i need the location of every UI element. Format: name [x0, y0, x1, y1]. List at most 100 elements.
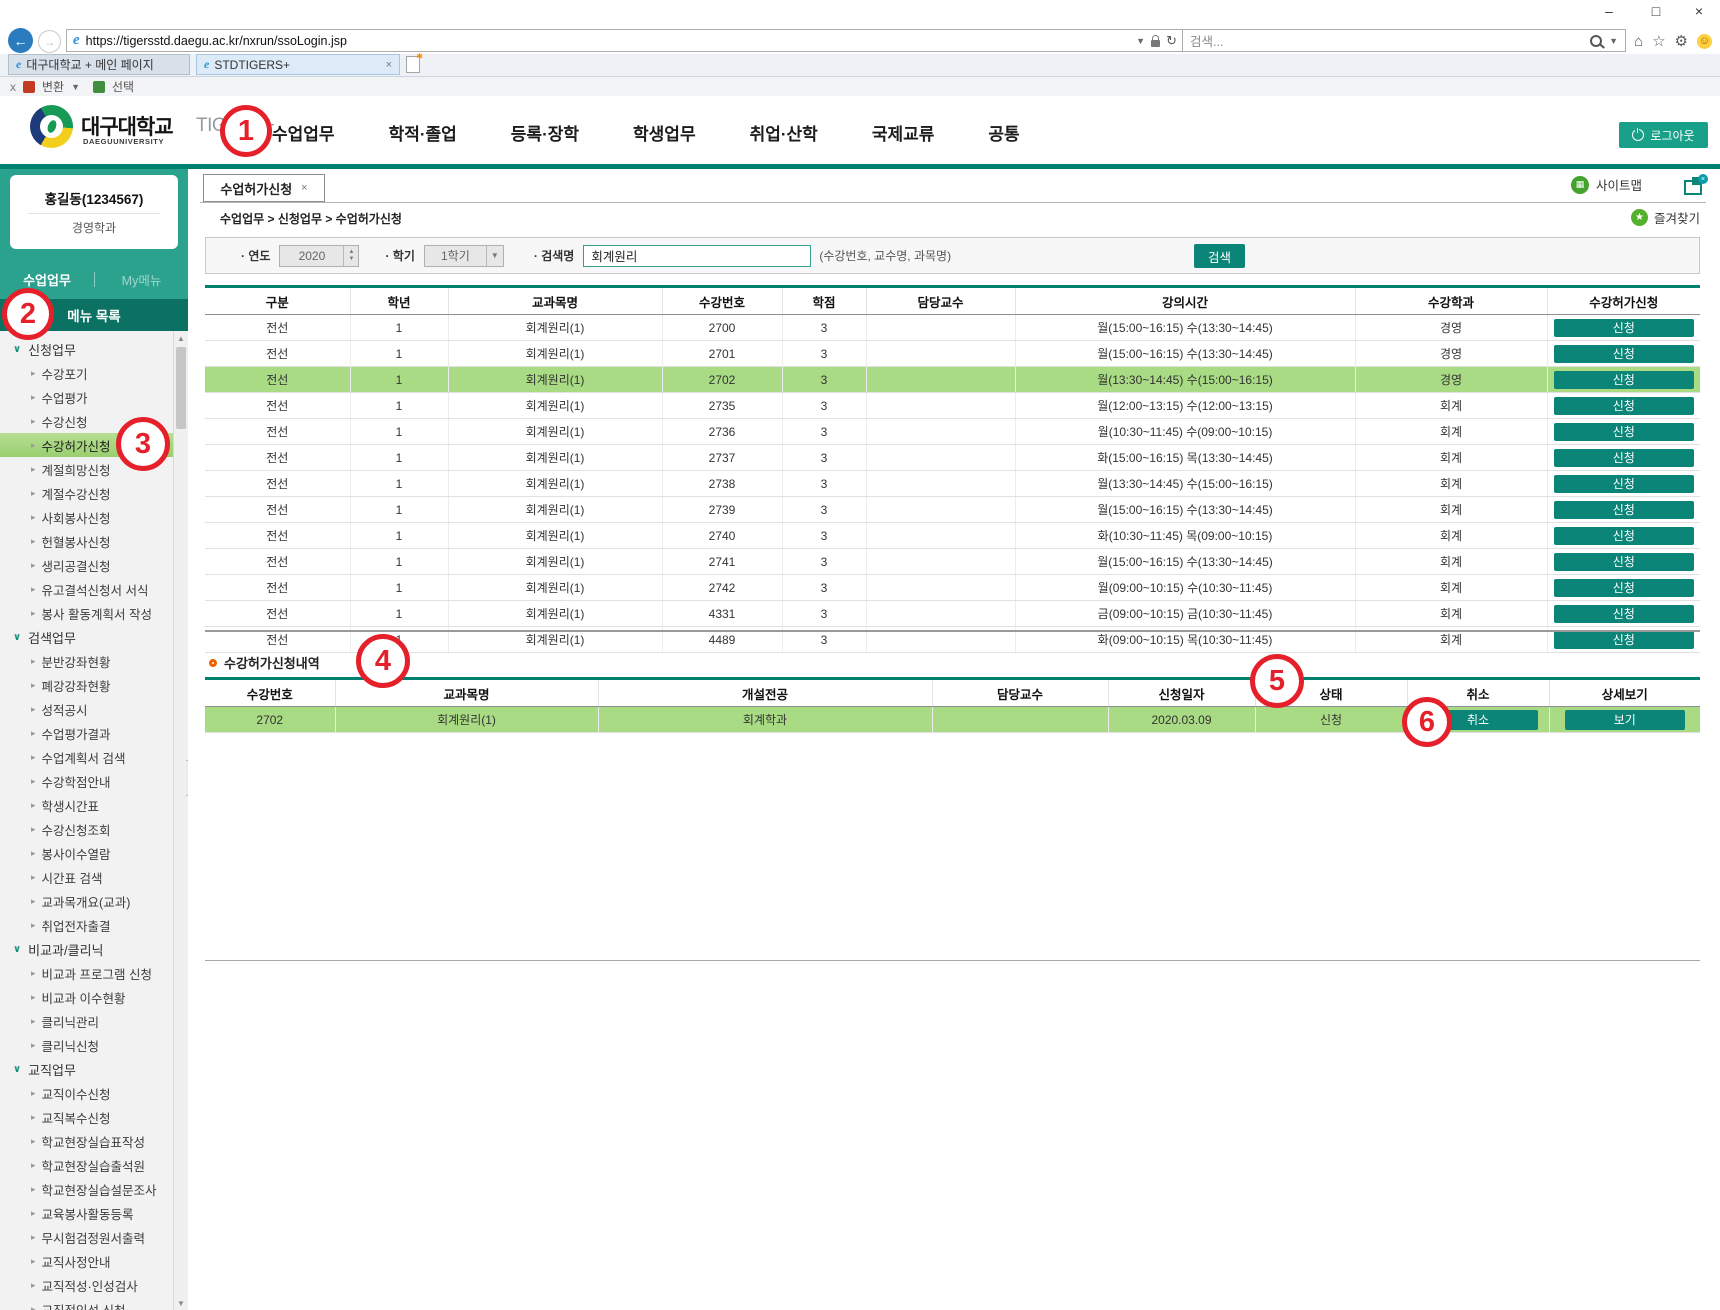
detach-window-icon[interactable]: ×	[1684, 177, 1706, 192]
semester-select[interactable]: 1학기 ▼	[424, 245, 504, 267]
apply-button[interactable]: 신청	[1554, 631, 1694, 649]
apply-button[interactable]: 신청	[1554, 553, 1694, 571]
menu-item[interactable]: ▸비교과 프로그램 신청	[0, 961, 188, 985]
feedback-smiley-icon[interactable]: ☺	[1697, 34, 1712, 49]
addon-close-button[interactable]: x	[10, 80, 16, 94]
add-favorite-link[interactable]: ★ 즐겨찾기	[1631, 208, 1700, 227]
select-button[interactable]: 선택	[112, 78, 134, 95]
back-button[interactable]: ←	[8, 28, 33, 53]
top-nav-item[interactable]: 수업업무	[272, 120, 335, 145]
table-row[interactable]: 전선1회계원리(1)27383월(13:30~14:45) 수(15:00~16…	[205, 471, 1700, 497]
home-icon[interactable]: ⌂	[1634, 33, 1643, 50]
apply-button[interactable]: 신청	[1554, 605, 1694, 623]
refresh-icon[interactable]: ↻	[1166, 33, 1177, 49]
menu-item[interactable]: ▸폐강강좌현황	[0, 673, 188, 697]
menu-item[interactable]: ▸생리공결신청	[0, 553, 188, 577]
table-row[interactable]: 전선1회계원리(1)27363월(10:30~11:45) 수(09:00~10…	[205, 419, 1700, 445]
minimize-button[interactable]: –	[1598, 3, 1620, 19]
page-tab-close-icon[interactable]: ×	[301, 182, 307, 194]
menu-section[interactable]: ∨신청업무	[0, 337, 188, 361]
sitemap-link[interactable]: ▦ 사이트맵	[1571, 175, 1642, 194]
top-nav-item[interactable]: 국제교류	[872, 120, 935, 145]
table-row[interactable]: 전선1회계원리(1)43313금(09:00~10:15) 금(10:30~11…	[205, 601, 1700, 627]
menu-item[interactable]: ▸교직사정안내	[0, 1249, 188, 1273]
menu-item[interactable]: ▸헌혈봉사신청	[0, 529, 188, 553]
menu-item[interactable]: ▸분반강좌현황	[0, 649, 188, 673]
menu-item[interactable]: ▸성적공시	[0, 697, 188, 721]
menu-item[interactable]: ▸수강학점안내	[0, 769, 188, 793]
menu-item[interactable]: ▸수업계획서 검색	[0, 745, 188, 769]
menu-item[interactable]: ▸학교현장실습표작성	[0, 1129, 188, 1153]
page-tab[interactable]: 수업허가신청 ×	[203, 174, 325, 202]
apply-button[interactable]: 신청	[1554, 423, 1694, 441]
sidebar-tab-my[interactable]: My메뉴	[95, 270, 188, 289]
close-button[interactable]: ×	[1688, 3, 1710, 19]
keyword-input[interactable]: 회계원리	[583, 245, 811, 267]
url-dropdown-icon[interactable]: ▼	[1136, 36, 1145, 46]
scroll-up-icon[interactable]: ▲	[174, 331, 188, 345]
search-dropdown-icon[interactable]: ▼	[1609, 36, 1618, 46]
top-nav-item[interactable]: 등록·장학	[511, 120, 579, 145]
menu-item[interactable]: ▸봉사이수열람	[0, 841, 188, 865]
gear-icon[interactable]: ⚙	[1675, 32, 1688, 50]
menu-item[interactable]: ▸수업평가	[0, 385, 188, 409]
top-nav-item[interactable]: 취업·산학	[750, 120, 818, 145]
browser-tab-stdtigers[interactable]: e STDTIGERS+ ×	[196, 54, 400, 75]
apply-button[interactable]: 신청	[1554, 475, 1694, 493]
browser-search-input[interactable]: 검색... ▼	[1182, 29, 1626, 52]
apply-button[interactable]: 신청	[1554, 501, 1694, 519]
menu-item[interactable]: ▸교직적인성 신청	[0, 1297, 188, 1310]
scroll-thumb[interactable]	[176, 347, 186, 429]
table-row[interactable]: 전선1회계원리(1)27023월(13:30~14:45) 수(15:00~16…	[205, 367, 1700, 393]
browser-tab-main-page[interactable]: e 대구대학교 + 메인 페이지	[8, 54, 190, 75]
menu-item[interactable]: ▸학생시간표	[0, 793, 188, 817]
history-row[interactable]: 2702회계원리(1)회계학과2020.03.09신청취소보기	[205, 707, 1700, 733]
view-button[interactable]: 보기	[1565, 710, 1685, 730]
table-row[interactable]: 전선1회계원리(1)27423월(09:00~10:15) 수(10:30~11…	[205, 575, 1700, 601]
top-nav-item[interactable]: 학적·졸업	[389, 120, 457, 145]
menu-section[interactable]: ∨교직업무	[0, 1057, 188, 1081]
sidebar-tab-work[interactable]: 수업업무	[0, 270, 94, 289]
table-row[interactable]: 전선1회계원리(1)27373화(15:00~16:15) 목(13:30~14…	[205, 445, 1700, 471]
table-row[interactable]: 전선1회계원리(1)27413월(15:00~16:15) 수(13:30~14…	[205, 549, 1700, 575]
menu-item[interactable]: ▸교육봉사활동등록	[0, 1201, 188, 1225]
menu-section[interactable]: ∨검색업무	[0, 625, 188, 649]
university-logo[interactable]	[30, 105, 73, 148]
apply-button[interactable]: 신청	[1554, 579, 1694, 597]
table-row[interactable]: 전선1회계원리(1)27393월(15:00~16:15) 수(13:30~14…	[205, 497, 1700, 523]
sidebar-scrollbar[interactable]: ▲ ▼	[173, 331, 188, 1310]
menu-item[interactable]: ▸교직적성·인성검사	[0, 1273, 188, 1297]
apply-button[interactable]: 신청	[1554, 397, 1694, 415]
menu-item[interactable]: ▸수업평가결과	[0, 721, 188, 745]
menu-item[interactable]: ▸무시험검정원서출력	[0, 1225, 188, 1249]
search-button[interactable]: 검색	[1194, 244, 1245, 268]
apply-button[interactable]: 신청	[1554, 319, 1694, 337]
favorites-star-icon[interactable]: ☆	[1652, 32, 1665, 50]
tab-close-icon[interactable]: ×	[386, 59, 392, 71]
search-icon[interactable]	[1590, 35, 1602, 47]
year-spinner[interactable]: 2020 ▲▼	[279, 245, 359, 267]
menu-item[interactable]: ▸교직이수신청	[0, 1081, 188, 1105]
menu-item[interactable]: ▸시간표 검색	[0, 865, 188, 889]
new-tab-button[interactable]	[406, 56, 420, 73]
menu-item[interactable]: ▸비교과 이수현황	[0, 985, 188, 1009]
menu-item[interactable]: ▸수강신청조회	[0, 817, 188, 841]
menu-item[interactable]: ▸사회봉사신청	[0, 505, 188, 529]
menu-item[interactable]: ▸취업전자출결	[0, 913, 188, 937]
menu-item[interactable]: ▸클리닉신청	[0, 1033, 188, 1057]
menu-section[interactable]: ∨비교과/클리닉	[0, 937, 188, 961]
menu-item[interactable]: ▸교과목개요(교과)	[0, 889, 188, 913]
menu-item[interactable]: ▸유고결석신청서 서식	[0, 577, 188, 601]
logout-button[interactable]: 로그아웃	[1619, 122, 1708, 148]
convert-dropdown-icon[interactable]: ▼	[71, 82, 80, 92]
table-row[interactable]: 전선1회계원리(1)27003월(15:00~16:15) 수(13:30~14…	[205, 315, 1700, 341]
forward-button[interactable]: →	[38, 30, 61, 53]
menu-item[interactable]: ▸계절수강신청	[0, 481, 188, 505]
menu-item[interactable]: ▸클리닉관리	[0, 1009, 188, 1033]
apply-button[interactable]: 신청	[1554, 449, 1694, 467]
table-row[interactable]: 전선1회계원리(1)27403화(10:30~11:45) 목(09:00~10…	[205, 523, 1700, 549]
menu-item[interactable]: ▸학교현장실습출석원	[0, 1153, 188, 1177]
address-bar[interactable]: e https://tigersstd.daegu.ac.kr/nxrun/ss…	[66, 29, 1184, 52]
menu-item[interactable]: ▸수강포기	[0, 361, 188, 385]
maximize-button[interactable]: □	[1645, 3, 1667, 19]
